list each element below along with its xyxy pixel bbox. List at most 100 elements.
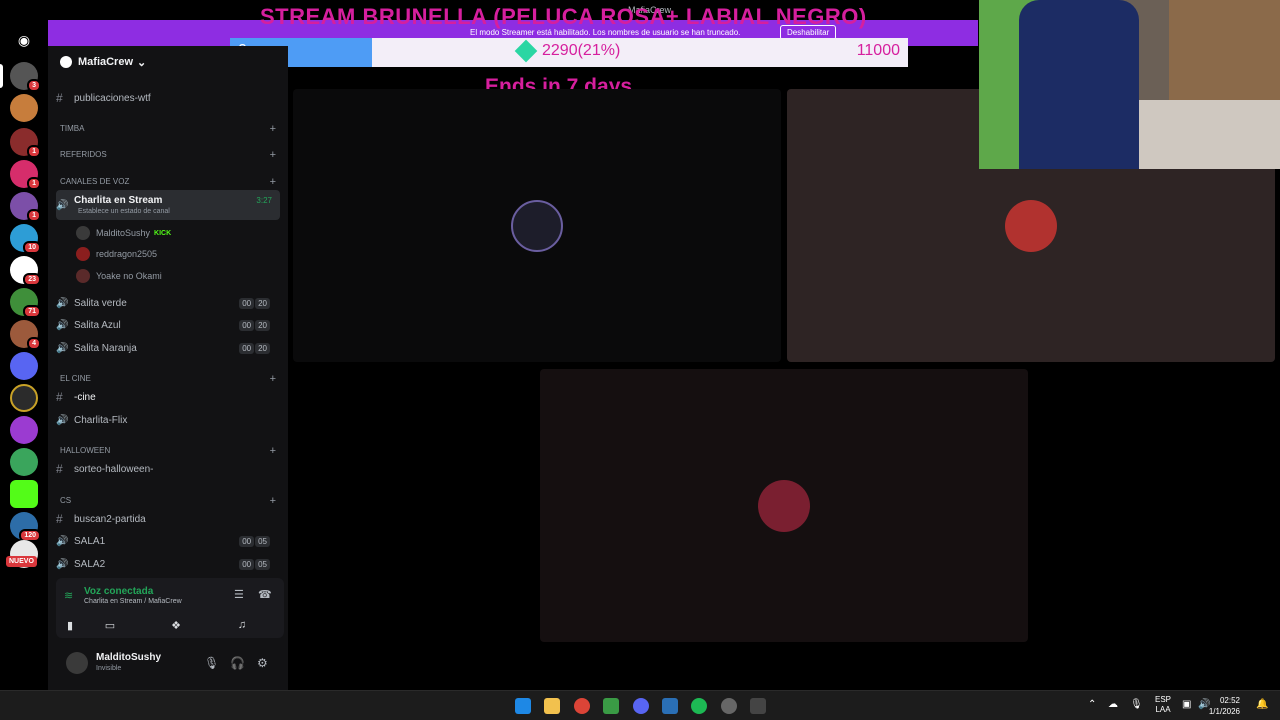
server-icon[interactable] xyxy=(10,352,38,380)
voice-tile[interactable] xyxy=(540,369,1028,642)
gaming-chair xyxy=(1019,0,1139,169)
language-indicator[interactable]: ESP LAA xyxy=(1155,695,1171,715)
goal-max: 11000 xyxy=(856,42,900,59)
category-referidos[interactable]: REFERIDOS + xyxy=(60,149,280,161)
server-icon[interactable]: 4 xyxy=(10,320,41,350)
voice-location[interactable]: Charlita en Stream / MafiaCrew xyxy=(84,598,182,605)
username[interactable]: MalditoSushy xyxy=(96,652,161,663)
server-header[interactable]: MafiaCrew ⌄ xyxy=(48,46,288,78)
server-icon[interactable]: 71 xyxy=(10,288,41,318)
server-icon[interactable]: 1 xyxy=(10,128,41,158)
add-channel-icon[interactable]: + xyxy=(270,176,276,188)
avatar xyxy=(76,226,90,240)
screen: MafiaCrew STREAM BRUNELLA (PELUCA ROSA+ … xyxy=(0,0,1280,720)
voice-user[interactable]: Yoake no Okami xyxy=(76,268,162,284)
chevron-down-icon: ⌄ xyxy=(137,56,147,69)
voice-channel-salita-verde[interactable]: 🔊 Salita verde 00 20 xyxy=(56,293,280,313)
app-icon[interactable] xyxy=(662,698,678,714)
streamer-mode-notice: El modo Streamer está habilitado. Los no… xyxy=(470,28,741,37)
stream-title-overlay: STREAM BRUNELLA (PELUCA ROSA+ LABIAL NEG… xyxy=(260,4,867,29)
noise-suppression-icon[interactable]: ☰ xyxy=(234,588,244,601)
voice-user[interactable]: MalditoSushy KICK xyxy=(76,225,171,241)
selected-server-pill xyxy=(0,64,3,88)
hash-icon: # xyxy=(56,462,63,476)
server-icon[interactable] xyxy=(10,448,38,476)
notification-icon[interactable]: 🔔 xyxy=(1256,699,1268,710)
headphones-icon[interactable]: 🎧 xyxy=(230,656,245,670)
add-channel-icon[interactable]: + xyxy=(270,445,276,457)
file-explorer-icon[interactable] xyxy=(544,698,560,714)
speaker-icon: 🔊 xyxy=(56,535,69,547)
speaker-icon: 🔊 xyxy=(56,414,69,426)
minecraft-icon[interactable] xyxy=(603,698,619,714)
goal-progress-bar: 0 2290(21%) 11000 xyxy=(230,38,908,67)
signal-icon[interactable]: ≋ xyxy=(64,589,73,602)
server-avatar-icon xyxy=(60,56,72,68)
voice-channel-sala2[interactable]: 🔊 SALA2 00 05 xyxy=(56,554,280,574)
category-canales-voz[interactable]: Canales de voz + xyxy=(60,176,280,188)
gear-icon[interactable]: ⚙ xyxy=(257,656,268,670)
wardrobe xyxy=(1169,0,1280,100)
server-icon[interactable] xyxy=(10,384,38,412)
channel-publicaciones[interactable]: # publicaciones-wtf xyxy=(56,88,280,108)
activities-icon[interactable]: ❖ xyxy=(152,616,200,634)
category-cs[interactable]: CS + xyxy=(60,495,280,507)
voice-channel-sala1[interactable]: 🔊 SALA1 00 05 xyxy=(56,531,280,551)
hash-icon: # xyxy=(56,390,63,404)
server-icon[interactable]: 120 xyxy=(10,512,41,542)
app-icon[interactable] xyxy=(721,698,737,714)
chevron-up-icon[interactable]: ⌃ xyxy=(1088,699,1096,710)
clock[interactable]: 02:52 1/1/2026 xyxy=(1209,695,1240,717)
server-icon[interactable]: 10 xyxy=(10,224,41,254)
channel-cine[interactable]: # -cine xyxy=(56,387,280,407)
spotify-icon[interactable] xyxy=(691,698,707,714)
voice-connected-panel: ≋ Voz conectada Charlita en Stream / Maf… xyxy=(56,578,284,638)
kick-server-icon[interactable] xyxy=(10,480,38,508)
server-icon[interactable] xyxy=(10,416,38,444)
microphone-icon[interactable]: 🎙 xyxy=(1130,699,1143,710)
chrome-icon[interactable] xyxy=(574,698,590,714)
server-icon[interactable]: 23 xyxy=(10,256,41,286)
avatar xyxy=(76,269,90,283)
app-icon[interactable] xyxy=(750,698,766,714)
avatar[interactable] xyxy=(66,652,88,674)
screen-share-icon[interactable]: ▭ xyxy=(86,616,134,634)
voice-channel-charlita[interactable]: 🔊 Charlita en Stream 3:27 Establece un e… xyxy=(56,190,280,220)
voice-user[interactable]: reddragon2505 xyxy=(76,246,157,262)
microphone-icon[interactable]: 🎙 xyxy=(204,656,219,670)
network-icon[interactable]: ▣ xyxy=(1182,699,1191,710)
avatar xyxy=(1005,200,1057,252)
user-status: Invisible xyxy=(96,665,122,672)
hash-icon: # xyxy=(56,512,63,526)
new-badge: NUEVO xyxy=(6,556,37,567)
server-icon[interactable]: 3 xyxy=(10,62,41,92)
category-el-cine[interactable]: El Cine + xyxy=(60,373,280,385)
channel-sorteo-halloween[interactable]: # sorteo-halloween- xyxy=(56,459,280,479)
voice-channel-salita-naranja[interactable]: 🔊 Salita Naranja 00 20 xyxy=(56,338,280,358)
category-timba[interactable]: TIMBA + xyxy=(60,123,280,135)
disconnect-icon[interactable]: ☎ xyxy=(258,588,272,601)
server-icon[interactable] xyxy=(10,94,38,122)
add-channel-icon[interactable]: + xyxy=(270,149,276,161)
add-channel-icon[interactable]: + xyxy=(270,123,276,135)
voice-tile[interactable] xyxy=(293,89,781,362)
voice-channel-salita-azul[interactable]: 🔊 Salita Azul 00 20 xyxy=(56,315,280,335)
server-icon[interactable]: 1 xyxy=(10,192,41,222)
speaker-icon: 🔊 xyxy=(56,199,69,211)
cloud-icon[interactable]: ☁ xyxy=(1108,699,1118,710)
category-halloween[interactable]: HALLOWEEN + xyxy=(60,445,280,457)
channel-buscan2-partida[interactable]: # buscan2-partida xyxy=(56,509,280,529)
goal-current-value: 2290(21%) xyxy=(542,42,621,59)
voice-channel-charlita-flix[interactable]: 🔊 Charlita-Flix xyxy=(56,410,280,430)
voice-status: Voz conectada xyxy=(84,586,154,597)
server-icon[interactable]: 1 xyxy=(10,160,41,190)
taskbar: ⌃ ☁ 🎙 ESP LAA ▣ 🔊 02:52 1/1/2026 🔔 xyxy=(0,690,1280,720)
add-channel-icon[interactable]: + xyxy=(270,495,276,507)
soundboard-icon[interactable]: ♫ xyxy=(218,616,266,634)
server-name: MafiaCrew xyxy=(78,56,134,68)
speaker-icon: 🔊 xyxy=(56,319,69,331)
add-channel-icon[interactable]: + xyxy=(270,373,276,385)
windows-start-icon[interactable] xyxy=(515,698,531,714)
discord-icon[interactable] xyxy=(633,698,649,714)
discord-home-icon[interactable]: ◉ xyxy=(12,28,36,52)
